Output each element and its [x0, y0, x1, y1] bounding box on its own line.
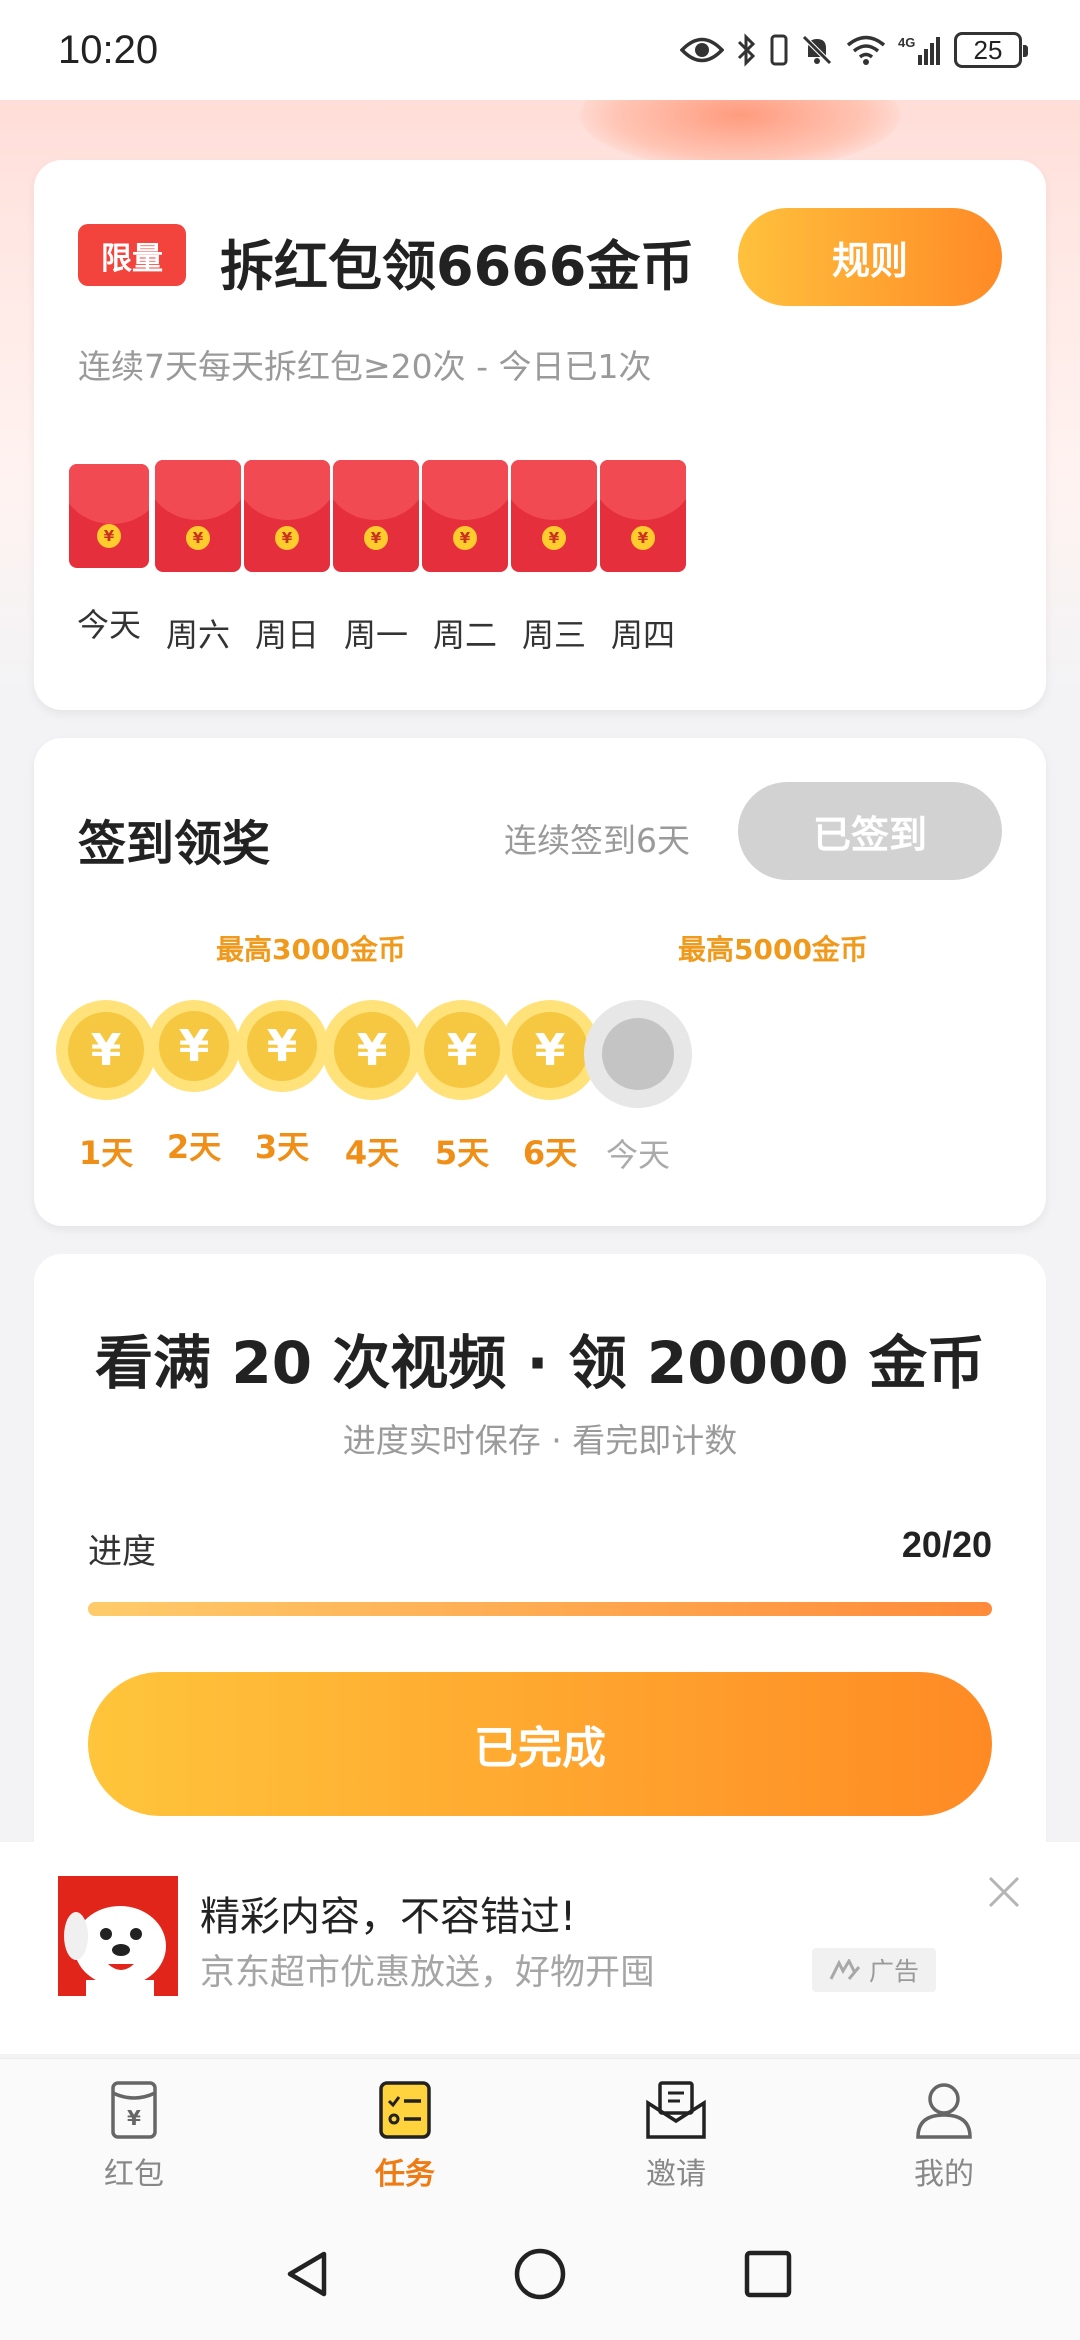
red-envelope-icon: ¥ [511, 460, 597, 572]
pending-coin-icon [584, 1000, 692, 1108]
vibrate-icon [770, 34, 788, 66]
ad-tag: 广告 [812, 1948, 936, 1992]
red-packet-day[interactable]: ¥ 周三 [504, 460, 604, 656]
gold-coin-icon: ¥ [236, 1000, 328, 1092]
red-packet-day-list: ¥ 今天 ¥ 周六 ¥ 周日 ¥ 周一 ¥ 周二 ¥ 周三 ¥ 周四 [34, 460, 1046, 670]
wifi-icon [846, 35, 886, 65]
red-packet-day-label: 周三 [521, 616, 586, 654]
ad-description: 京东超市优惠放送，好物开囤 [200, 1953, 656, 1993]
status-time: 10:20 [58, 27, 159, 72]
system-nav-bar [0, 2208, 1080, 2340]
red-envelope-icon: ¥ [244, 460, 330, 572]
svg-text:¥: ¥ [127, 2106, 141, 2130]
red-packet-day[interactable]: ¥ 周四 [593, 460, 693, 656]
nav-item-profile[interactable]: 我的 [864, 2079, 1024, 2193]
red-packet-day[interactable]: ¥ 周日 [237, 460, 337, 656]
nav-item-invite[interactable]: 邀请 [596, 2079, 756, 2193]
check-in-card: 签到领奖 连续签到6天 已签到 最高3000金币 最高5000金币 ¥ 1天 ¥… [34, 738, 1046, 1226]
red-envelope-icon: ¥ [155, 460, 241, 572]
ad-logo-icon [829, 1959, 861, 1980]
red-packet-day[interactable]: ¥ 周一 [326, 460, 426, 656]
invite-mail-icon [646, 2081, 706, 2139]
nav-label: 红包 [104, 2157, 164, 2192]
mute-bell-icon [802, 35, 832, 65]
video-task-title: 看满 20 次视频 · 领 20000 金币 [95, 1329, 985, 1397]
close-icon[interactable] [984, 1872, 1024, 1912]
signed-in-button[interactable]: 已签到 [738, 782, 1002, 880]
red-packet-day[interactable]: ¥ 今天 [59, 460, 159, 646]
red-envelope-icon: ¥ [600, 460, 686, 572]
red-packet-day[interactable]: ¥ 周二 [415, 460, 515, 656]
progress-value: 20/20 [901, 1524, 992, 1565]
progress-bar-fill [88, 1602, 992, 1616]
nav-label: 邀请 [646, 2157, 706, 2192]
check-in-title: 签到领奖 [78, 816, 271, 872]
home-icon[interactable] [510, 2244, 570, 2304]
max-reward-label: 最高5000金币 [678, 933, 868, 966]
check-in-day-today[interactable]: 今天 [582, 1000, 694, 1176]
nav-item-red-packet[interactable]: ¥ 红包 [54, 2079, 214, 2193]
red-packet-day-label: 周一 [343, 616, 408, 654]
rules-button[interactable]: 规则 [738, 208, 1002, 306]
status-bar: 10:20 4G 25 [0, 0, 1080, 100]
max-reward-label: 最高3000金币 [216, 933, 406, 966]
bottom-nav: ¥ 红包 任务 邀请 我的 [0, 2058, 1080, 2208]
profile-icon [916, 2083, 972, 2139]
red-packet-card: 限量 拆红包领6666金币 规则 连续7天每天拆红包≥20次 - 今日已1次 ¥… [34, 160, 1046, 710]
task-list-icon [379, 2081, 431, 2139]
red-packet-icon: ¥ [111, 2081, 157, 2139]
video-task-card: 看满 20 次视频 · 领 20000 金币 进度实时保存 · 看完即计数 进度… [34, 1254, 1046, 1854]
red-packet-day-label: 周六 [165, 616, 230, 654]
check-in-day-list: ¥ 1天 ¥ 2天 ¥ 3天 ¥ 4天 ¥ 5天 ¥ 6天 今天 [34, 1000, 1046, 1200]
red-packet-subtitle: 连续7天每天拆红包≥20次 - 今日已1次 [78, 347, 652, 386]
red-packet-day-label: 周四 [610, 616, 675, 654]
nav-label: 我的 [914, 2157, 974, 2192]
recents-icon[interactable] [738, 2244, 798, 2304]
ad-title: 精彩内容，不容错过! [200, 1894, 577, 1940]
red-packet-day-label: 今天 [76, 606, 141, 644]
video-task-subtitle: 进度实时保存 · 看完即计数 [342, 1421, 738, 1460]
progress-bar [88, 1602, 992, 1616]
red-packet-day-label: 周二 [432, 616, 497, 654]
red-envelope-icon: ¥ [69, 464, 149, 568]
red-envelope-icon: ¥ [333, 460, 419, 572]
red-packet-title: 拆红包领6666金币 [220, 235, 695, 298]
back-icon[interactable] [278, 2244, 338, 2304]
ad-mascot-image [58, 1876, 178, 1996]
battery-indicator: 25 [954, 32, 1028, 68]
ad-banner[interactable]: 精彩内容，不容错过! 京东超市优惠放送，好物开囤 广告 [0, 1842, 1080, 2054]
check-in-day-label: 今天 [605, 1136, 670, 1174]
cellular-signal-icon: 4G [898, 35, 940, 65]
progress-label: 进度 [88, 1532, 156, 1572]
ad-tag-label: 广告 [868, 1957, 919, 1986]
limited-badge: 限量 [78, 224, 186, 286]
nav-label: 任务 [375, 2157, 435, 2192]
status-icons: 4G 25 [680, 32, 1028, 68]
svg-text:4G: 4G [898, 35, 915, 50]
red-packet-day-label: 周日 [254, 616, 319, 654]
bluetooth-icon [737, 33, 756, 67]
completed-button[interactable]: 已完成 [88, 1672, 992, 1816]
red-packet-day[interactable]: ¥ 周六 [148, 460, 248, 656]
check-in-streak: 连续签到6天 [504, 821, 690, 860]
red-envelope-icon: ¥ [422, 460, 508, 572]
eye-icon [680, 37, 724, 63]
nav-item-task[interactable]: 任务 [325, 2079, 485, 2193]
